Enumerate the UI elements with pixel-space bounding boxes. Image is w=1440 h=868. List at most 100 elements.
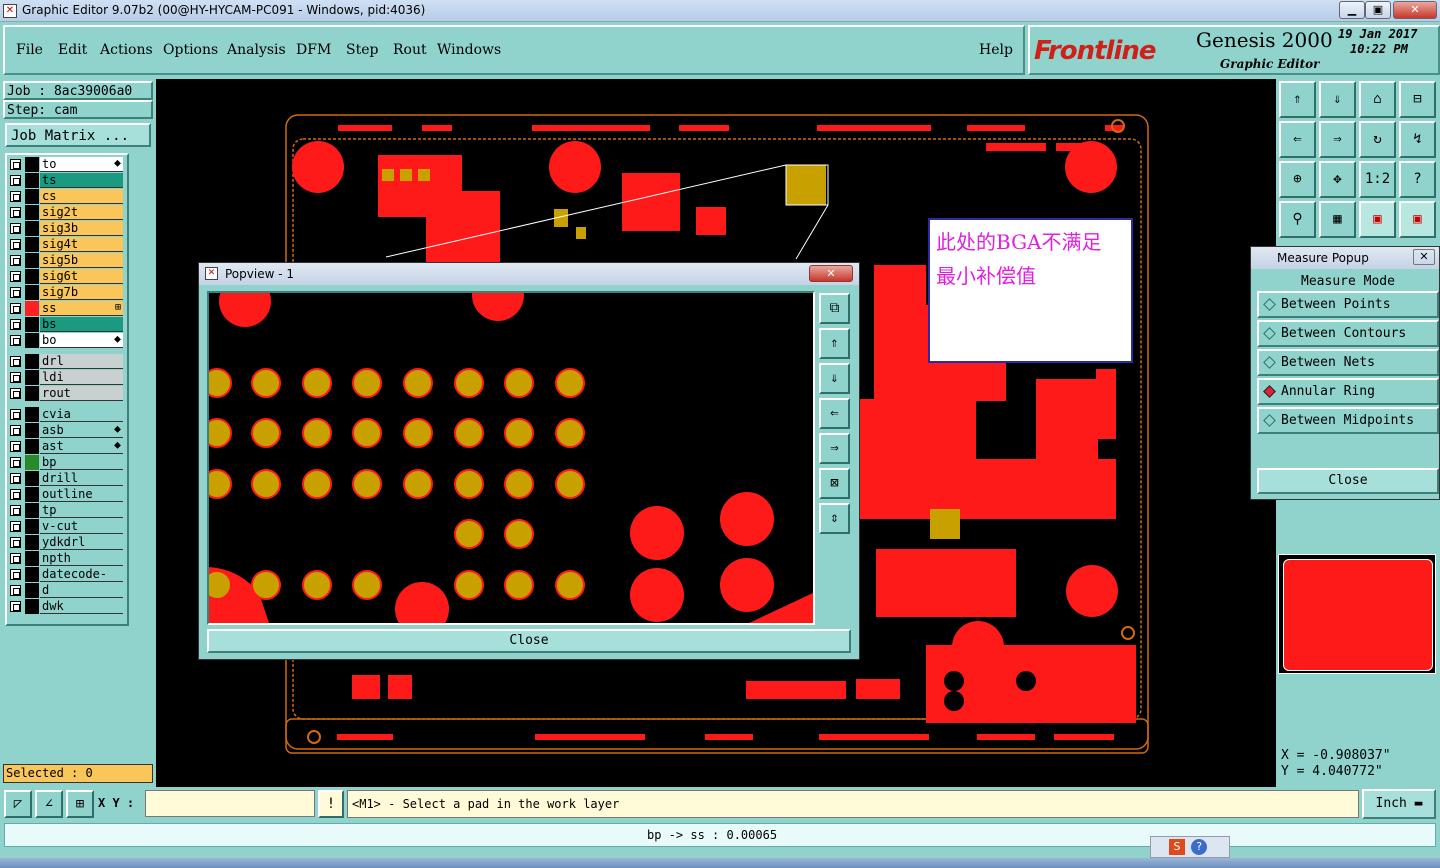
layer-row-ss[interactable]: ss ⊞ [9, 301, 123, 316]
layer-checkbox[interactable] [10, 356, 21, 367]
layer-color-swatch[interactable] [25, 221, 39, 236]
layer-color-swatch[interactable] [25, 237, 39, 252]
help-icon[interactable]: ? [1399, 161, 1436, 198]
layer-checkbox[interactable] [10, 207, 21, 218]
menu-windows[interactable]: Windows [437, 42, 501, 58]
popview-close-x[interactable]: ✕ [809, 265, 853, 282]
layer-name[interactable]: ydkdrl [40, 535, 123, 550]
layer-row-sig4t[interactable]: sig4t [9, 237, 123, 252]
grid-snap-icon[interactable]: ⊞ [66, 790, 94, 818]
layer-name[interactable]: bp [40, 455, 123, 470]
layer-name[interactable]: ast [40, 439, 123, 454]
layer-row-bs[interactable]: bs [9, 317, 123, 332]
layer-name[interactable]: datecode-pte [40, 567, 123, 596]
layer-name[interactable]: v-cut [40, 519, 123, 534]
measure-icon[interactable]: ⚲ [1279, 201, 1316, 238]
layer-row-bo[interactable]: bo ⬥ [9, 333, 123, 348]
layer-row-ast[interactable]: ast ⬥ [9, 439, 123, 454]
close-window-button[interactable]: ✕ [1393, 1, 1437, 19]
layer-color-swatch[interactable] [25, 301, 39, 316]
option-between-nets[interactable]: Between Nets [1257, 349, 1439, 376]
layer-checkbox[interactable] [10, 191, 21, 202]
layer-checkbox[interactable] [10, 457, 21, 468]
option-between-contours[interactable]: Between Contours [1257, 320, 1439, 347]
layer-row-sig7b[interactable]: sig7b [9, 285, 123, 300]
layer-name[interactable]: sig7b [40, 285, 123, 300]
layer-name[interactable]: ss [40, 301, 123, 316]
layer-color-swatch[interactable] [25, 519, 39, 534]
layer-checkbox[interactable] [10, 335, 21, 346]
menu-dfm[interactable]: DFM [296, 42, 331, 58]
layer-color-swatch[interactable] [25, 423, 39, 438]
layer-name[interactable]: npth [40, 551, 123, 566]
layer-checkbox[interactable] [10, 319, 21, 330]
popview-left-icon[interactable]: ⇐ [819, 398, 850, 429]
layer-name[interactable]: sig3b [40, 221, 123, 236]
layer-row-to[interactable]: to ⬥ [9, 157, 123, 172]
layer-checkbox[interactable] [10, 303, 21, 314]
layer-name[interactable]: ts [40, 173, 123, 188]
zoom-in-icon[interactable]: ⊕ [1279, 161, 1316, 198]
job-matrix-button[interactable]: Job Matrix ... [5, 123, 151, 147]
layer-color-swatch[interactable] [25, 189, 39, 204]
layer-name[interactable]: cvia [40, 407, 123, 422]
layer-checkbox[interactable] [10, 159, 21, 170]
home-icon[interactable]: ⌂ [1359, 81, 1396, 118]
menu-actions[interactable]: Actions [100, 42, 153, 58]
select-tool-icon[interactable]: ◸ [4, 790, 32, 818]
layer-checkbox[interactable] [10, 287, 21, 298]
layer-color-swatch[interactable] [25, 173, 39, 188]
menu-step[interactable]: Step [346, 42, 378, 58]
layer-row-rout[interactable]: rout [9, 386, 123, 401]
units-selector[interactable]: Inch ▬ [1362, 789, 1436, 819]
layer-checkbox[interactable] [10, 473, 21, 484]
option-between-midpoints[interactable]: Between Midpoints [1257, 407, 1439, 434]
layer-name[interactable]: sig5b [40, 253, 123, 268]
layer-color-swatch[interactable] [25, 487, 39, 502]
redraw-icon[interactable]: ↻ [1359, 121, 1396, 158]
menu-rout[interactable]: Rout [393, 42, 427, 58]
exclamation-icon[interactable]: ! [318, 790, 344, 818]
layer-row-datecode-pte[interactable]: datecode-pte [9, 567, 123, 596]
menu-help[interactable]: Help [979, 42, 1013, 58]
layer-checkbox[interactable] [10, 175, 21, 186]
menu-edit[interactable]: Edit [58, 42, 87, 58]
layer-name[interactable]: outline [40, 487, 123, 502]
layer-name[interactable]: d [40, 583, 123, 598]
layer-name[interactable]: sig6t [40, 269, 123, 284]
layer-row-drill[interactable]: drill [9, 471, 123, 486]
layer-checkbox[interactable] [10, 388, 21, 399]
layer-row-npth[interactable]: npth [9, 551, 123, 566]
maximize-button[interactable]: ▣ [1365, 1, 1391, 19]
layer-color-swatch[interactable] [25, 253, 39, 268]
layer-name[interactable]: rout [40, 386, 123, 401]
layer-name[interactable]: bs [40, 317, 123, 332]
layer-checkbox[interactable] [10, 585, 21, 596]
layer-row-sig6t[interactable]: sig6t [9, 269, 123, 284]
overview-map[interactable] [1278, 554, 1436, 674]
layer-color-swatch[interactable] [25, 551, 39, 566]
scale-icon[interactable]: 1:2 [1359, 161, 1396, 198]
pan-down-icon[interactable]: ⇓ [1319, 81, 1356, 118]
layer-row-outline[interactable]: outline [9, 487, 123, 502]
layer-color-swatch[interactable] [25, 583, 39, 598]
minimize-button[interactable]: ▁ [1339, 1, 1365, 19]
layer-row-cvia[interactable]: cvia [9, 407, 123, 422]
layer-row-d[interactable]: d [9, 583, 123, 598]
menu-options[interactable]: Options [163, 42, 218, 58]
layer-color-swatch[interactable] [25, 370, 39, 385]
popview-right-icon[interactable]: ⇒ [819, 433, 850, 464]
layer-row-drl[interactable]: drl [9, 354, 123, 369]
snap-angle-icon[interactable]: ∠ [35, 790, 63, 818]
xy-input[interactable] [145, 790, 315, 817]
grid-icon[interactable]: ▦ [1319, 201, 1356, 238]
layer-color-swatch[interactable] [25, 439, 39, 454]
option-annular-ring[interactable]: Annular Ring [1257, 378, 1439, 405]
layer-row-dwk[interactable]: dwk [9, 599, 123, 614]
layer-color-swatch[interactable] [25, 567, 39, 582]
layer-row-bp[interactable]: bp [9, 455, 123, 470]
pan-up-icon[interactable]: ⇑ [1279, 81, 1316, 118]
layer-row-v-cut[interactable]: v-cut [9, 519, 123, 534]
popview-canvas[interactable] [207, 291, 815, 625]
layer-checkbox[interactable] [10, 271, 21, 282]
